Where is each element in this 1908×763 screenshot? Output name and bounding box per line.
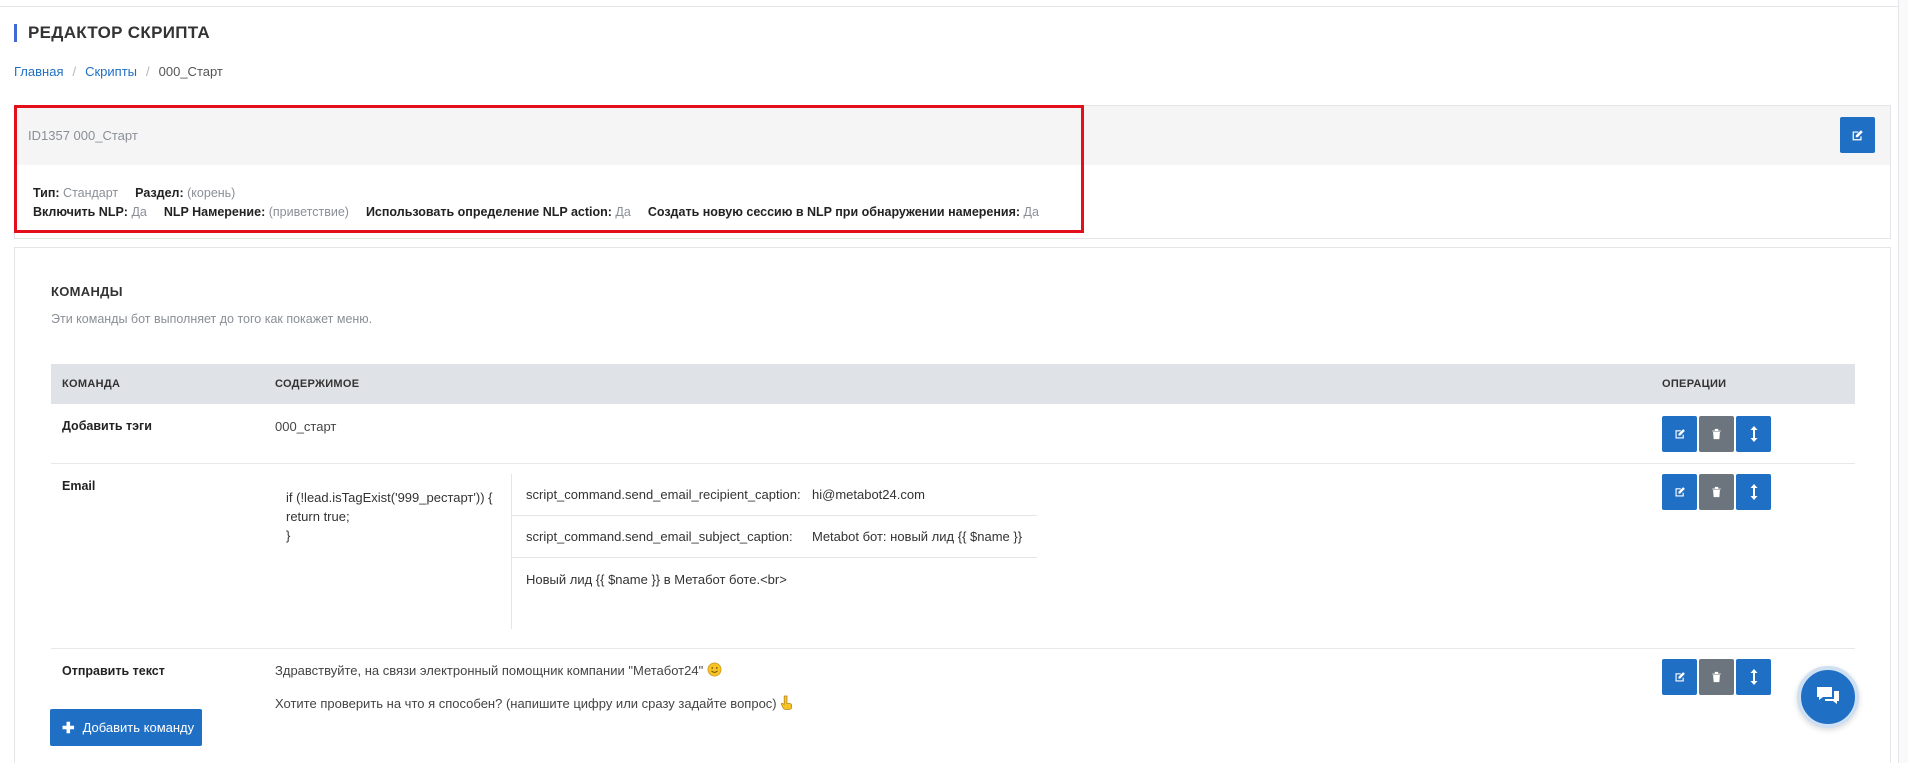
breadcrumb-current: 000_Старт	[158, 64, 223, 79]
command-name: Добавить тэги	[62, 419, 152, 433]
row-operations	[1662, 416, 1771, 452]
edit-command-button[interactable]	[1662, 659, 1697, 695]
email-body-row: Новый лид {{ $name }} в Метабот боте.<br…	[526, 571, 787, 587]
edit-icon	[1675, 487, 1685, 497]
commands-card: КОМАНДЫ Эти команды бот выполняет до тог…	[14, 247, 1891, 763]
nlp-new-session: Создать новую сессию в NLP при обнаружен…	[647, 205, 1039, 219]
table-row: Отправить текст Здравствуйте, на связи э…	[51, 649, 1855, 759]
column-operations: ОПЕРАЦИИ	[1662, 378, 1727, 390]
smile-emoji	[707, 662, 722, 677]
table-row: Добавить тэги 000_старт	[51, 404, 1855, 464]
nlp-enabled: Включить NLP: Да	[33, 205, 147, 219]
edit-command-button[interactable]	[1662, 474, 1697, 510]
prompt-text: Хотите проверить на что я способен? (нап…	[275, 696, 777, 711]
greeting-text: Здравствуйте, на связи электронный помощ…	[275, 663, 704, 678]
breadcrumb: Главная / Скрипты / 000_Старт	[14, 64, 223, 79]
breadcrumb-separator: /	[146, 64, 150, 79]
add-command-button[interactable]: ✚ Добавить команду	[50, 709, 202, 746]
column-command: КОМАНДА	[62, 378, 121, 390]
pointing-down-emoji	[781, 695, 793, 710]
script-info-header: ID1357 000_Старт	[15, 106, 1890, 165]
trash-icon	[1712, 671, 1721, 683]
commands-subtitle: Эти команды бот выполняет до того как по…	[51, 312, 373, 326]
move-command-button[interactable]	[1736, 659, 1771, 695]
commands-title: КОМАНДЫ	[51, 284, 123, 299]
nlp-intent: NLP Намерение: (приветствие)	[163, 205, 349, 219]
trash-icon	[1712, 486, 1721, 498]
script-type: Тип: Стандарт	[33, 186, 119, 200]
script-info-panel: ID1357 000_Старт Тип: Стандарт Раздел: (…	[14, 105, 1891, 239]
top-divider	[0, 0, 1908, 7]
edit-script-button[interactable]	[1840, 117, 1875, 153]
script-section: Раздел: (корень)	[135, 186, 236, 200]
vertical-scrollbar[interactable]	[1898, 0, 1908, 763]
command-name: Отправить текст	[62, 664, 165, 678]
delete-command-button[interactable]	[1699, 416, 1734, 452]
command-name: Email	[62, 479, 96, 493]
sort-icon	[1750, 484, 1757, 500]
commands-table-header: КОМАНДА СОДЕРЖИМОЕ ОПЕРАЦИИ	[51, 364, 1855, 404]
column-content: СОДЕРЖИМОЕ	[275, 378, 360, 390]
move-command-button[interactable]	[1736, 474, 1771, 510]
nlp-action: Использовать определение NLP action: Да	[365, 205, 631, 219]
row-operations	[1662, 659, 1771, 695]
edit-icon	[1675, 672, 1685, 682]
plus-icon: ✚	[62, 719, 75, 737]
script-info-body: Тип: Стандарт Раздел: (корень) Включить …	[15, 165, 1890, 222]
row-operations	[1662, 474, 1771, 510]
edit-icon	[1675, 429, 1685, 439]
chat-widget-button[interactable]	[1797, 666, 1859, 728]
page-title: РЕДАКТОР СКРИПТА	[14, 24, 210, 42]
trash-icon	[1712, 428, 1721, 440]
edit-icon	[1852, 129, 1863, 140]
edit-command-button[interactable]	[1662, 416, 1697, 452]
sort-icon	[1750, 669, 1757, 685]
sort-icon	[1750, 426, 1757, 442]
chat-icon	[1817, 687, 1839, 704]
breadcrumb-scripts-link[interactable]: Скрипты	[85, 64, 137, 79]
add-command-label: Добавить команду	[82, 720, 195, 735]
delete-command-button[interactable]	[1699, 474, 1734, 510]
table-row: Email if (!lead.isTagExist('999_рестарт'…	[51, 464, 1855, 649]
command-content: Здравствуйте, на связи электронный помощ…	[275, 662, 794, 711]
email-subject-row: script_command.send_email_subject_captio…	[512, 516, 1037, 558]
command-content: 000_старт	[275, 419, 337, 434]
breadcrumb-separator: /	[72, 64, 77, 79]
delete-command-button[interactable]	[1699, 659, 1734, 695]
email-condition-code: if (!lead.isTagExist('999_рестарт')) { r…	[286, 490, 493, 543]
breadcrumb-home-link[interactable]: Главная	[14, 64, 63, 79]
move-command-button[interactable]	[1736, 416, 1771, 452]
email-params-table: script_command.send_email_recipient_capt…	[511, 474, 1037, 629]
email-recipient-row: script_command.send_email_recipient_capt…	[512, 474, 1037, 516]
